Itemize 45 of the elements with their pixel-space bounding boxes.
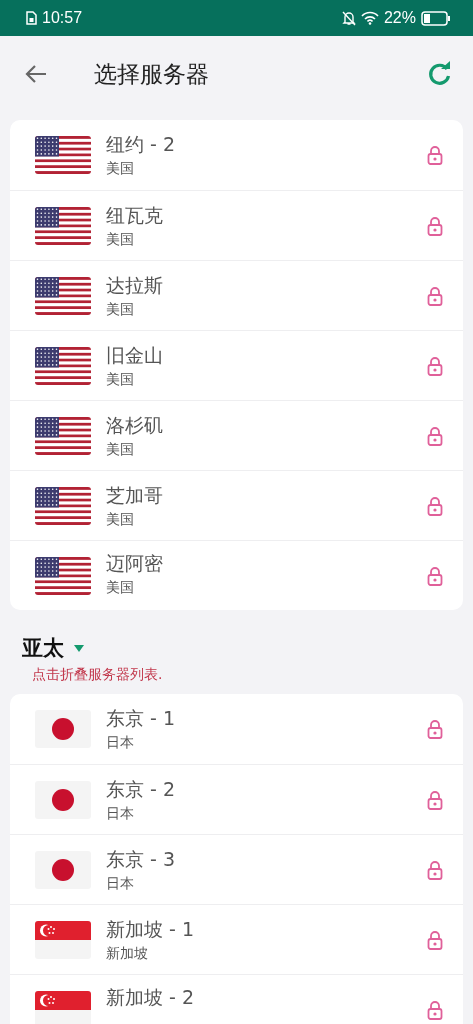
sim-icon <box>26 11 37 25</box>
refresh-icon[interactable] <box>427 61 453 87</box>
wifi-icon <box>360 11 379 25</box>
japan-flag-icon <box>35 710 91 748</box>
page-title: 选择服务器 <box>94 59 210 89</box>
server-name[interactable]: 东京 - 2 <box>106 776 427 803</box>
server-name[interactable]: 洛杉矶 <box>106 412 427 439</box>
server-name[interactable]: 迈阿密 <box>106 551 427 577</box>
battery-icon <box>421 10 451 26</box>
server-country: 日本 <box>106 874 135 893</box>
us-flag-icon <box>35 206 91 245</box>
server-country: 新加坡 <box>106 944 149 963</box>
server-country: 日本 <box>106 734 135 752</box>
server-country: 日本 <box>106 804 135 823</box>
section-title[interactable]: 亚太 <box>22 634 64 662</box>
us-flag-icon <box>35 556 91 595</box>
server-country: 美国 <box>106 440 135 459</box>
us-flag-icon <box>35 416 91 455</box>
server-name[interactable]: 东京 - 1 <box>106 706 427 732</box>
server-country: 美国 <box>106 579 135 597</box>
server-name[interactable]: 新加坡 - 2 <box>106 985 427 1011</box>
server-country: 美国 <box>106 300 135 319</box>
server-name[interactable]: 达拉斯 <box>106 272 427 299</box>
singapore-flag-icon <box>35 920 91 959</box>
server-name[interactable]: 新加坡 - 1 <box>106 916 427 943</box>
server-country: 美国 <box>106 370 135 389</box>
server-name[interactable]: 纽瓦克 <box>106 202 427 229</box>
battery-percent: 22% <box>383 9 416 27</box>
dropdown-triangle-icon[interactable] <box>74 644 84 652</box>
server-name[interactable]: 旧金山 <box>106 342 427 369</box>
muted-bell-icon <box>341 10 356 26</box>
collapse-hint: 点击折叠服务器列表. <box>32 666 164 684</box>
server-country: 美国 <box>106 230 135 249</box>
us-flag-icon <box>35 346 91 385</box>
server-country: 美国 <box>106 160 135 178</box>
us-flag-icon <box>35 486 91 525</box>
server-country: 美国 <box>106 510 135 529</box>
japan-flag-icon <box>35 850 91 889</box>
server-name[interactable]: 芝加哥 <box>106 482 427 509</box>
server-name[interactable]: 纽约 - 2 <box>106 132 427 158</box>
us-flag-icon <box>35 276 91 315</box>
japan-flag-icon <box>35 780 91 819</box>
us-flag-icon <box>35 136 91 174</box>
clock: 10:57 <box>42 9 83 27</box>
server-name[interactable]: 东京 - 3 <box>106 846 427 873</box>
